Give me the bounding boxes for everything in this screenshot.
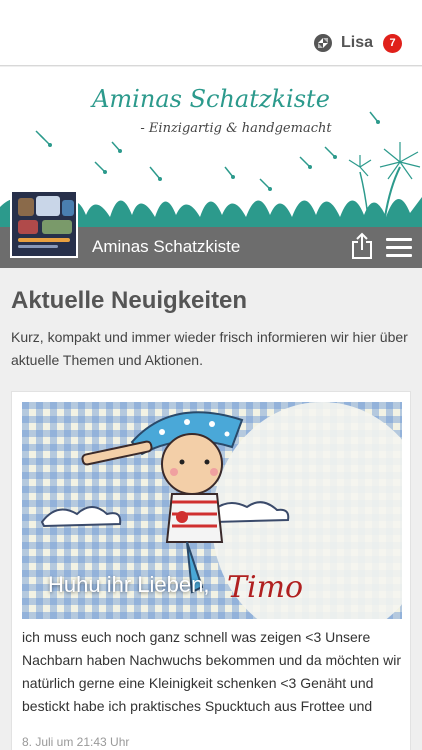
user-name[interactable]: Lisa	[341, 34, 373, 52]
page-description: Kurz, kompakt und immer wieder frisch in…	[11, 329, 408, 368]
post-image-title: Huhu ihr Lieben,	[48, 572, 210, 597]
app-logo-icon	[313, 34, 332, 52]
banner-title: Aminas Schatzkiste	[92, 85, 330, 113]
shop-name: Aminas Schatzkiste	[92, 237, 241, 256]
top-bar: Lisa 7	[0, 0, 422, 66]
svg-text:Timo: Timo	[227, 570, 303, 605]
post-image[interactable]: Timo Huhu ihr Lieben,	[22, 402, 402, 619]
banner-subtitle: - Einzigartig & handgemacht	[140, 121, 332, 136]
page-title: Aktuelle Neuigkeiten	[11, 287, 248, 314]
hamburger-menu-icon[interactable]	[386, 238, 412, 258]
post-date: 8. Juli um 21:43 Uhr	[22, 735, 130, 749]
share-icon[interactable]	[350, 232, 376, 260]
post-text: ich muss euch noch ganz schnell was zeig…	[22, 629, 401, 714]
user-account[interactable]: Lisa 7	[313, 33, 402, 53]
news-post-card[interactable]: Timo Huhu ihr Lieben, ich muss euch noch…	[11, 391, 411, 750]
shop-logo-thumbnail	[10, 190, 78, 258]
notification-badge[interactable]: 7	[383, 33, 402, 53]
